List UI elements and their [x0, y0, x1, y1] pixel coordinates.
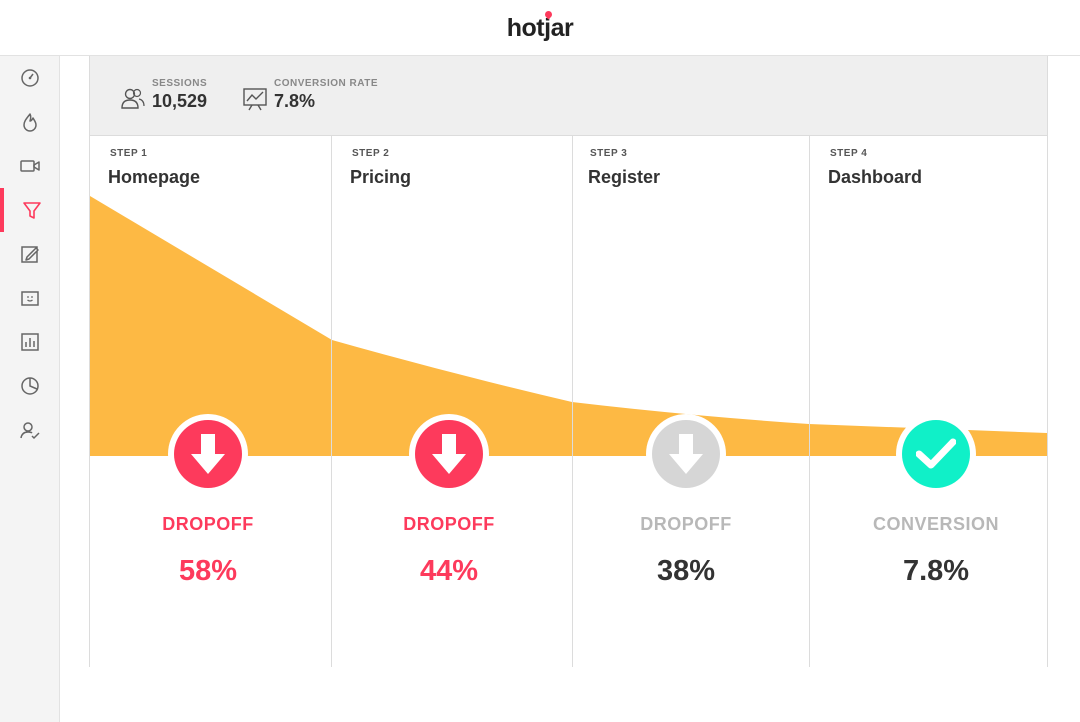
funnel-stats-bar: SESSIONS 10,529 CONVERSION RATE 7.8%	[90, 56, 1047, 136]
badge	[896, 414, 976, 494]
step-1-dropoff[interactable]: DROPOFF 58%	[128, 414, 288, 588]
forms-icon	[20, 246, 39, 263]
step-number: STEP 2	[352, 148, 390, 159]
sidebar	[0, 56, 60, 722]
badge-circle	[415, 420, 483, 488]
surveys-icon	[20, 377, 39, 395]
sidebar-item-polls[interactable]	[0, 320, 59, 364]
badge	[168, 414, 248, 494]
step-4-conversion[interactable]: CONVERSION 7.8%	[856, 414, 1016, 588]
badge-circle	[174, 420, 242, 488]
step-name: Pricing	[350, 167, 412, 187]
recordings-icon	[19, 160, 40, 172]
conversion-rate-value: 7.8%	[274, 91, 316, 111]
checkmark-icon	[916, 438, 956, 469]
sessions-label: SESSIONS	[152, 78, 208, 89]
trend-chart-icon	[243, 88, 267, 111]
step-name: Dashboard	[828, 167, 923, 187]
sidebar-item-heatmaps[interactable]	[0, 100, 59, 144]
badge	[646, 414, 726, 494]
feedback-icon	[20, 291, 39, 306]
step-number: STEP 1	[110, 148, 148, 159]
funnel-icon	[22, 202, 41, 219]
metric-label: DROPOFF	[162, 514, 254, 534]
sidebar-item-funnels[interactable]	[0, 188, 59, 232]
sidebar-item-surveys[interactable]	[0, 364, 59, 408]
hotjar-logo[interactable]: hotjar	[0, 14, 1080, 43]
step-2-dropoff[interactable]: DROPOFF 44%	[369, 414, 529, 588]
arrow-down-icon	[669, 434, 703, 474]
polls-icon	[20, 333, 39, 351]
metric-value: 38%	[656, 555, 716, 587]
step-name: Register	[588, 167, 661, 187]
users-icon	[121, 88, 145, 109]
top-bar: hotjar	[0, 0, 1080, 56]
conversion-rate-stat: CONVERSION RATE 7.8%	[242, 78, 378, 112]
metric-value: 44%	[419, 555, 479, 587]
step-3-dropoff[interactable]: DROPOFF 38%	[606, 414, 766, 588]
metric-value: 7.8%	[902, 555, 970, 587]
dashboard-icon	[20, 69, 39, 87]
funnel-steps: STEP 1 Homepage STEP 2 Pricing STEP 3 Re…	[90, 136, 1047, 667]
badge-circle	[652, 420, 720, 488]
sidebar-item-recruiters[interactable]	[0, 408, 59, 452]
badge-circle	[902, 420, 970, 488]
metric-value: 58%	[178, 555, 238, 587]
step-number: STEP 4	[830, 148, 868, 159]
sidebar-item-forms[interactable]	[0, 232, 59, 276]
sessions-stat: SESSIONS 10,529	[120, 78, 207, 112]
heatmap-icon	[22, 113, 37, 132]
sidebar-item-recordings[interactable]	[0, 144, 59, 188]
sessions-value: 10,529	[152, 91, 208, 111]
metric-label: DROPOFF	[640, 514, 732, 534]
funnel-panel: SESSIONS 10,529 CONVERSION RATE 7.8% STE…	[89, 56, 1048, 667]
step-number: STEP 3	[590, 148, 628, 159]
recruiters-icon	[19, 422, 40, 440]
conversion-rate-label: CONVERSION RATE	[274, 78, 378, 89]
step-name: Homepage	[108, 167, 201, 187]
sidebar-item-dashboard[interactable]	[0, 56, 59, 100]
arrow-down-icon	[191, 434, 225, 474]
metric-label: DROPOFF	[403, 514, 495, 534]
metric-label: CONVERSION	[872, 514, 1000, 534]
sidebar-item-feedback[interactable]	[0, 276, 59, 320]
arrow-down-icon	[432, 434, 466, 474]
badge	[409, 414, 489, 494]
